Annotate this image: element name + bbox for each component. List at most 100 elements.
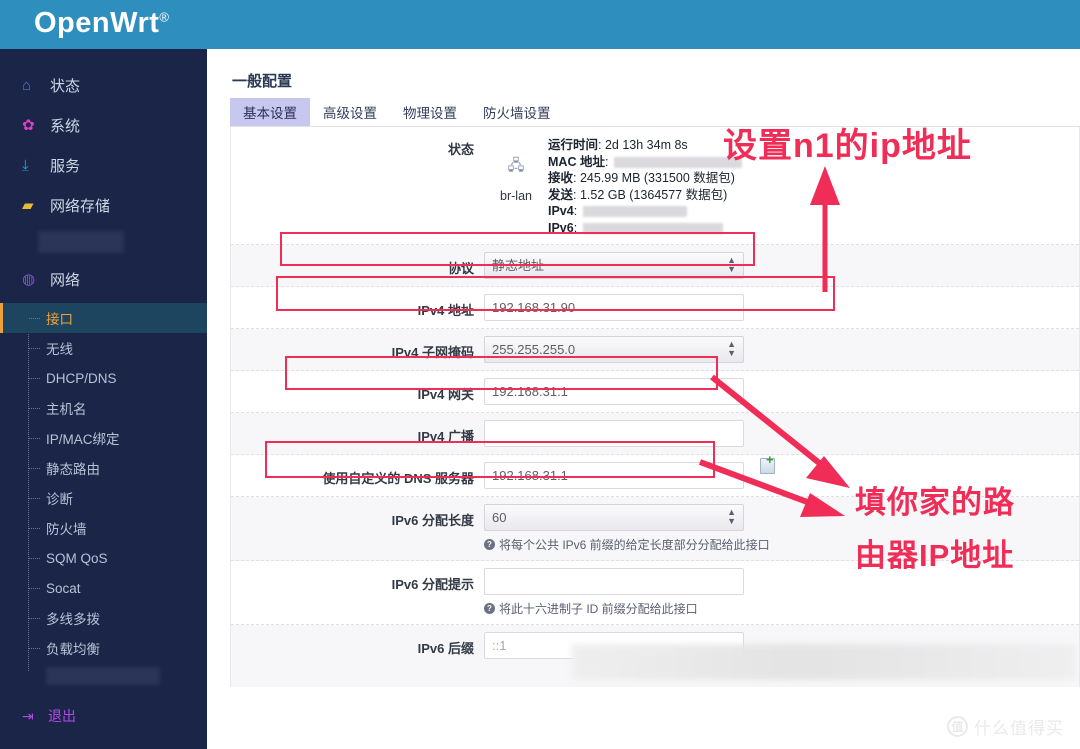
ipv6-assignment-length-select[interactable]: 60 ▲ ▼	[484, 504, 744, 531]
status-uptime-label: 运行时间	[548, 138, 599, 152]
tab-firewall-settings[interactable]: 防火墙设置	[470, 98, 564, 126]
sidebar-item-load-balancing[interactable]: 负载均衡	[0, 633, 207, 663]
gear-icon: ✿	[22, 117, 35, 134]
sidebar-item-label: 状态	[50, 77, 81, 95]
sidebar-item-status[interactable]: ⌂ 状态	[0, 65, 207, 105]
status-rx: 接收: 245.99 MB (331500 数据包)	[548, 171, 735, 185]
chevron-updown-icon: ▲ ▼	[727, 339, 736, 358]
sidebar-item-ip-mac-binding[interactable]: IP/MAC绑定	[0, 423, 207, 453]
field-label-ipv6-assignment-length: IPv6 分配长度	[391, 513, 474, 528]
sidebar-item-storage[interactable]: ▰ 网络存储	[0, 185, 207, 225]
status-ipv6-value-redacted	[582, 222, 723, 234]
field-row-ipv6-assignment-length: IPv6 分配长度 60 ▲ ▼ ? 将每个公共 IPv6 前缀的给定长度部分分配…	[231, 497, 1079, 561]
watermark: 值 什么值得买	[947, 714, 1064, 739]
sidebar-subitem-label: IP/MAC绑定	[46, 432, 120, 447]
field-row-ipv4-broadcast: IPv4 广播	[231, 413, 1079, 455]
sidebar-subitem-label: Socat	[46, 580, 81, 596]
openwrt-logo: OpenWrt®	[34, 7, 170, 40]
ethernet-icon: 🖧	[507, 157, 525, 174]
chevron-updown-icon: ▲ ▼	[727, 507, 736, 526]
tab-label: 防火墙设置	[483, 106, 551, 121]
sidebar-item-firewall[interactable]: 防火墙	[0, 513, 207, 543]
logout-button[interactable]: ⇥ 退出	[0, 699, 207, 733]
add-entry-icon[interactable]	[760, 453, 775, 474]
custom-dns-input[interactable]: 192.168.31.1	[484, 462, 744, 489]
status-mac-label: MAC 地址	[548, 154, 605, 169]
field-row-custom-dns: 使用自定义的 DNS 服务器 192.168.31.1	[231, 453, 1079, 497]
sidebar-subitem-label: 静态路由	[46, 462, 100, 477]
protocol-value: 静态地址	[492, 258, 545, 273]
sidebar-subitem-label: 防火墙	[46, 522, 87, 537]
status-uptime-value: 2d 13h 34m 8s	[604, 138, 688, 152]
sidebar-subitem-label: 主机名	[46, 402, 87, 417]
config-card: 一般配置 基本设置 高级设置 物理设置 防火墙设置 状态 🖧 br-lan 运行…	[218, 60, 1080, 700]
sidebar-item-diagnostics[interactable]: 诊断	[0, 483, 207, 513]
sidebar-item-hostnames[interactable]: 主机名	[0, 393, 207, 423]
sidebar-item-network[interactable]: ◍ 网络	[0, 259, 207, 299]
hint-ipv6-assignment-length: ? 将每个公共 IPv6 前缀的给定长度部分分配给此接口	[484, 536, 1079, 553]
status-ipv4: IPv4:	[548, 203, 742, 220]
field-label-ipv4-broadcast: IPv4 广播	[417, 429, 474, 444]
status-mac: MAC 地址:	[548, 154, 742, 171]
status-tx-value: 1.52 GB (1364577 数据包)	[579, 187, 728, 202]
status-ipv4-label: IPv4	[548, 204, 574, 218]
field-label-protocol: 协议	[447, 261, 474, 276]
tab-bar: 基本设置 高级设置 物理设置 防火墙设置	[230, 98, 1080, 127]
field-row-ipv6-assignment-hint: IPv6 分配提示 ? 将此十六进制子 ID 前缀分配给此接口	[231, 561, 1079, 625]
interface-identity: 🖧 br-lan	[484, 137, 548, 236]
sidebar-item-dhcp-dns[interactable]: DHCP/DNS	[0, 363, 207, 393]
tab-basic-settings[interactable]: 基本设置	[230, 98, 310, 126]
sidebar-subitem-label: 多线多拨	[46, 612, 100, 627]
ipv4-address-input[interactable]: 192.168.31.90	[484, 294, 744, 321]
field-row-ipv4-gateway: IPv4 网关 192.168.31.1	[231, 371, 1079, 413]
sidebar-item-static-routes[interactable]: 静态路由	[0, 453, 207, 483]
app-root: OpenWrt® ⌂ 状态 ✿ 系统 ⤓ 服务 ▰ 网络存储 ◍ 网络 接口 无…	[0, 0, 1080, 749]
download-icon: ⤓	[22, 156, 29, 174]
brand-registered-mark: ®	[159, 9, 170, 25]
status-tx-label: 发送	[548, 187, 574, 202]
brand-text: OpenWrt	[34, 7, 160, 39]
sidebar-network-submenu: 接口 无线 DHCP/DNS 主机名 IP/MAC绑定 静态路由 诊断 防火墙 …	[0, 303, 207, 685]
status-ipv4-value-redacted	[582, 206, 687, 218]
top-header-bar: OpenWrt®	[0, 0, 1080, 49]
sidebar-item-multiwan-dial[interactable]: 多线多拨	[0, 603, 207, 633]
status-rx-label: 接收	[548, 171, 574, 185]
status-mac-value-redacted	[613, 156, 742, 168]
field-row-ipv4-netmask: IPv4 子网掩码 255.255.255.0 ▲ ▼	[231, 329, 1079, 371]
sidebar-subitem-redacted	[46, 667, 160, 685]
sidebar-item-label: 系统	[50, 117, 81, 135]
storage-icon: ▰	[22, 197, 34, 214]
sidebar-item-system[interactable]: ✿ 系统	[0, 105, 207, 145]
chevron-updown-icon: ▲ ▼	[727, 255, 736, 274]
status-label: 状态	[447, 142, 474, 157]
field-label-ipv4-gateway: IPv4 网关	[417, 387, 474, 402]
protocol-select[interactable]: 静态地址 ▲ ▼	[484, 252, 744, 279]
status-uptime: 运行时间: 2d 13h 34m 8s	[548, 138, 688, 152]
sidebar-item-wireless[interactable]: 无线	[0, 333, 207, 363]
ipv6-assignment-hint-input[interactable]	[484, 568, 744, 595]
sidebar-item-interfaces[interactable]: 接口	[0, 303, 207, 333]
home-icon: ⌂	[22, 76, 32, 94]
watermark-logo: 值	[947, 716, 968, 737]
sidebar-subitem-label: 负载均衡	[46, 642, 100, 657]
ipv4-broadcast-input[interactable]	[484, 420, 744, 447]
tab-advanced-settings[interactable]: 高级设置	[310, 98, 390, 126]
hint-text: 将此十六进制子 ID 前缀分配给此接口	[499, 602, 698, 616]
sidebar-item-socat[interactable]: Socat	[0, 573, 207, 603]
status-row: 状态 🖧 br-lan 运行时间: 2d 13h 34m 8s MAC 地址: …	[231, 127, 1079, 245]
tab-physical-settings[interactable]: 物理设置	[390, 98, 470, 126]
status-details: 运行时间: 2d 13h 34m 8s MAC 地址: 接收: 245.99 M…	[548, 137, 742, 236]
logout-label: 退出	[48, 708, 76, 724]
sidebar-item-label: 网络	[50, 271, 81, 289]
interface-name: br-lan	[500, 189, 532, 203]
status-tx: 发送: 1.52 GB (1364577 数据包)	[548, 187, 728, 202]
tab-label: 高级设置	[323, 106, 377, 121]
status-rx-value: 245.99 MB (331500 数据包)	[579, 171, 735, 185]
field-label-ipv6-suffix: IPv6 后缀	[417, 641, 474, 656]
ipv4-netmask-select[interactable]: 255.255.255.0 ▲ ▼	[484, 336, 744, 363]
sidebar-item-sqm-qos[interactable]: SQM QoS	[0, 543, 207, 573]
sidebar-item-services[interactable]: ⤓ 服务	[0, 145, 207, 185]
ipv4-gateway-input[interactable]: 192.168.31.1	[484, 378, 744, 405]
sidebar-redacted-item	[38, 231, 124, 253]
interface-config-form: 状态 🖧 br-lan 运行时间: 2d 13h 34m 8s MAC 地址: …	[230, 127, 1080, 687]
